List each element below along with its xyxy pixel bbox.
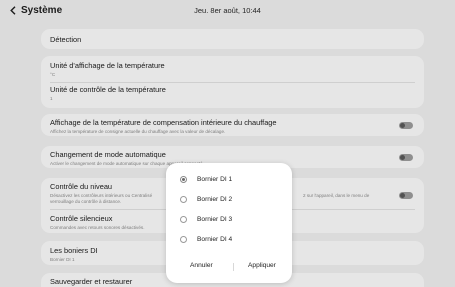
button-divider [233, 263, 234, 271]
di-select-dialog: Bornier DI 1 Bornier DI 2 Bornier DI 3 B… [166, 163, 292, 283]
option-di-1[interactable]: Bornier DI 1 [180, 176, 232, 183]
option-di-3[interactable]: Bornier DI 3 [180, 216, 232, 223]
option-label: Bornier DI 4 [197, 236, 233, 243]
cancel-button[interactable]: Annuler [190, 262, 213, 269]
radio-selected-icon[interactable] [180, 176, 187, 183]
radio-icon[interactable] [180, 216, 187, 223]
apply-button[interactable]: Appliquer [248, 262, 276, 269]
radio-icon[interactable] [180, 236, 187, 243]
option-label: Bornier DI 3 [197, 216, 233, 223]
option-di-2[interactable]: Bornier DI 2 [180, 196, 232, 203]
option-label: Bornier DI 2 [197, 196, 233, 203]
option-di-4[interactable]: Bornier DI 4 [180, 236, 232, 243]
option-label: Bornier DI 1 [197, 176, 233, 183]
radio-icon[interactable] [180, 196, 187, 203]
